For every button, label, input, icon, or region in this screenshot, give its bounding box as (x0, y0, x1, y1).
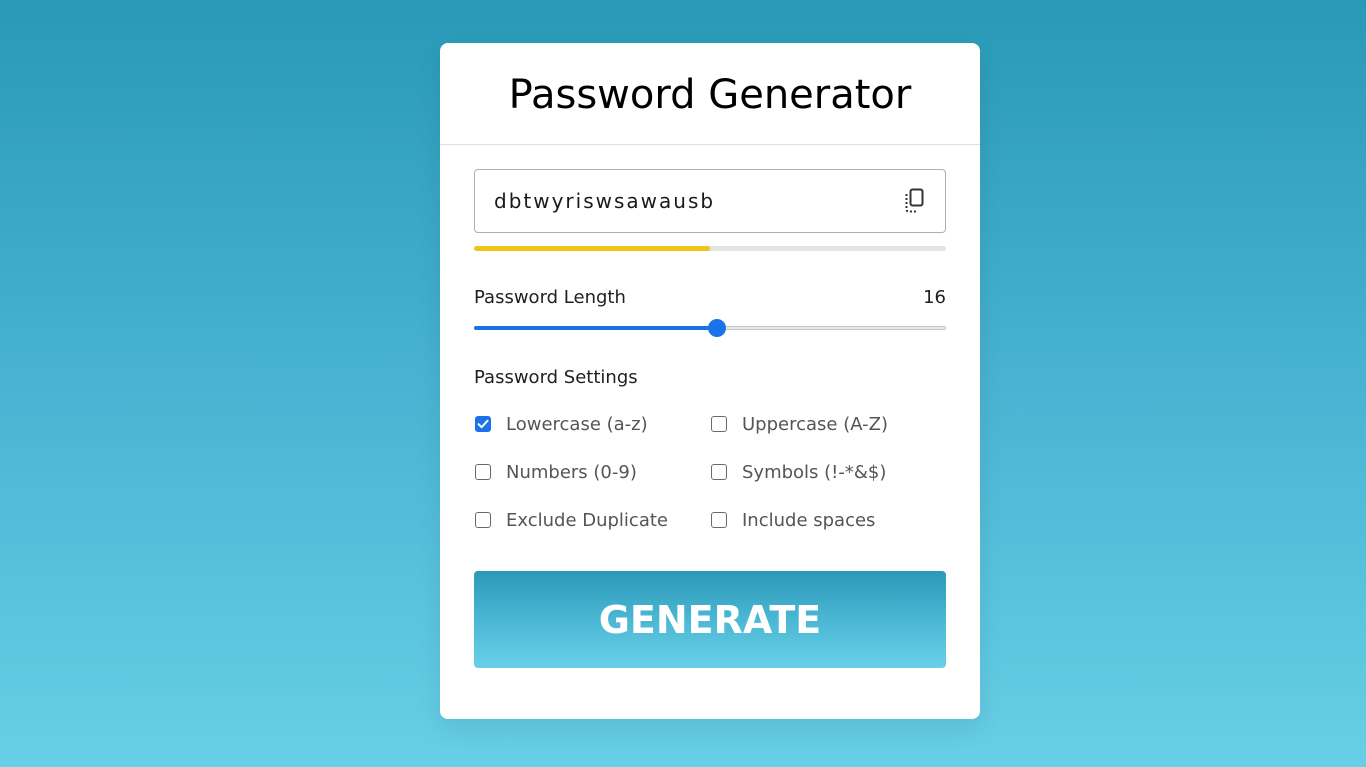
option-lowercase[interactable]: Lowercase (a-z) (474, 413, 710, 435)
password-length-row: Password Length 16 (474, 286, 946, 308)
lowercase-checkbox[interactable] (475, 416, 491, 432)
symbols-checkbox[interactable] (711, 464, 727, 480)
page-title: Password Generator (508, 71, 912, 118)
option-label: Include spaces (742, 509, 876, 531)
slider-fill (474, 326, 718, 330)
option-exclude-duplicate[interactable]: Exclude Duplicate (474, 509, 710, 531)
generate-button[interactable]: GENERATE (474, 571, 946, 668)
option-label: Symbols (!-*&$) (742, 461, 887, 483)
copy-icon[interactable] (903, 188, 927, 214)
password-strength-bar (474, 246, 946, 251)
option-numbers[interactable]: Numbers (0-9) (474, 461, 710, 483)
exclude-duplicate-checkbox[interactable] (475, 512, 491, 528)
password-generator-card: Password Generator dbtwyriswsawausb Pass… (440, 43, 980, 719)
settings-options: Lowercase (a-z) Uppercase (A-Z) Numbers … (474, 413, 946, 531)
option-include-spaces[interactable]: Include spaces (710, 509, 946, 531)
password-strength-fill (474, 246, 710, 251)
card-body: dbtwyriswsawausb Password Length 16 Pass… (474, 169, 946, 668)
slider-thumb[interactable] (708, 319, 727, 337)
uppercase-checkbox[interactable] (711, 416, 727, 432)
password-length-slider[interactable] (474, 319, 946, 337)
card-header: Password Generator (440, 43, 980, 145)
numbers-checkbox[interactable] (475, 464, 491, 480)
password-settings-label: Password Settings (474, 367, 638, 388)
password-length-label: Password Length (474, 286, 626, 308)
option-uppercase[interactable]: Uppercase (A-Z) (710, 413, 946, 435)
option-label: Numbers (0-9) (506, 461, 637, 483)
option-label: Exclude Duplicate (506, 509, 668, 531)
include-spaces-checkbox[interactable] (711, 512, 727, 528)
password-length-value: 16 (923, 286, 946, 308)
option-symbols[interactable]: Symbols (!-*&$) (710, 461, 946, 483)
option-label: Uppercase (A-Z) (742, 413, 888, 435)
password-output-field[interactable]: dbtwyriswsawausb (474, 169, 946, 233)
password-value[interactable]: dbtwyriswsawausb (494, 189, 903, 213)
option-label: Lowercase (a-z) (506, 413, 648, 435)
